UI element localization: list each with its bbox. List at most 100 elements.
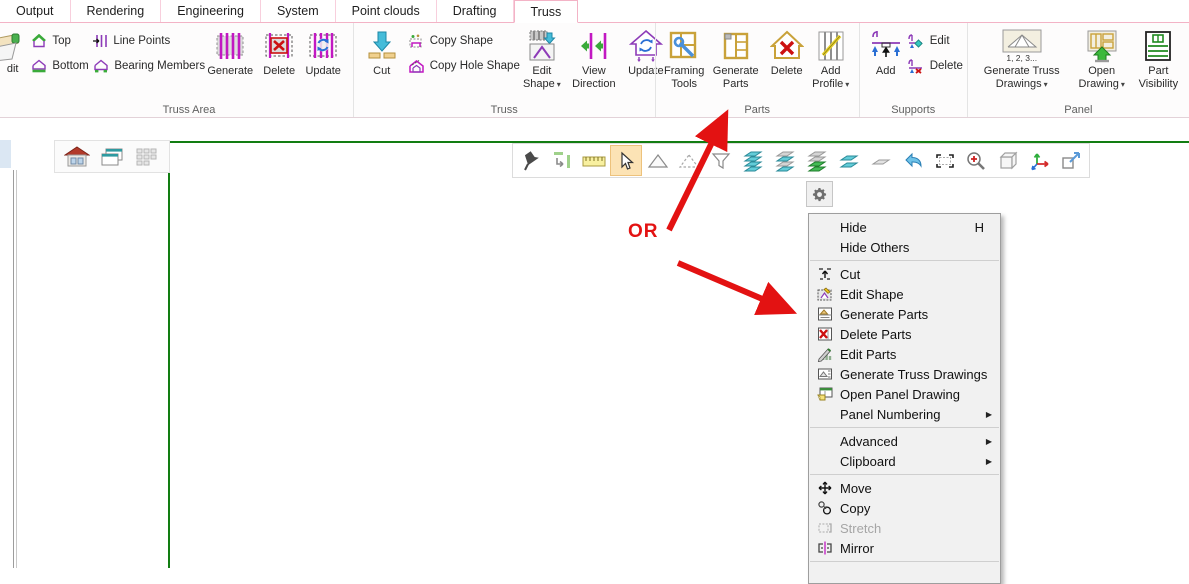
open-drawing-button[interactable]: Open Drawing — [1070, 26, 1134, 92]
ribbon: dit Top Bottom — [0, 23, 1189, 118]
copy-hole-shape-button[interactable]: Copy Hole Shape — [408, 57, 520, 75]
select-cursor-icon[interactable] — [610, 145, 642, 176]
menu-separator — [810, 474, 999, 475]
bearing-members-icon — [93, 59, 109, 73]
axes-icon[interactable] — [1024, 145, 1056, 176]
framing-tools-button[interactable]: Framing Tools — [662, 26, 707, 92]
menu-item-advanced[interactable]: Advanced — [809, 431, 1000, 451]
menu-item-hide-others[interactable]: Hide Others — [809, 237, 1000, 257]
ribbon-group-parts: Framing Tools Generate Parts Delete — [655, 23, 859, 117]
layers-stack-green-icon[interactable] — [801, 145, 833, 176]
menu-label: Open Panel Drawing — [836, 387, 994, 402]
pushpin-icon[interactable] — [514, 145, 546, 176]
update-label: Update — [305, 65, 340, 78]
left-panel-divider[interactable] — [13, 170, 17, 568]
drawing-area-border-left — [168, 141, 170, 568]
parts-delete-label: Delete — [771, 65, 803, 78]
part-visibility-button[interactable]: Part Visibility — [1134, 26, 1183, 92]
generate-parts-button[interactable]: Generate Parts — [707, 26, 765, 92]
context-menu: Hide H Hide Others Cut Edit Shape — [808, 213, 1001, 584]
supports-edit-button[interactable]: Edit — [908, 32, 963, 50]
add-profile-button[interactable]: Add Profile — [809, 26, 853, 92]
menu-item-clipboard[interactable]: Clipboard — [809, 451, 1000, 471]
menu-item-cut[interactable]: Cut — [809, 264, 1000, 284]
bearing-members-label: Bearing Members — [114, 60, 205, 72]
ruler-icon[interactable] — [578, 145, 610, 176]
cut-button[interactable]: Cut — [360, 26, 404, 79]
tab-drafting[interactable]: Drafting — [437, 0, 514, 22]
edit-shape-label-1: Edit Shape — [523, 65, 561, 91]
bearing-members-button[interactable]: Bearing Members — [93, 57, 203, 75]
drawings-icon-caption: 1, 2, 3... — [1006, 53, 1037, 63]
undo-icon[interactable] — [897, 145, 929, 176]
supports-delete-button[interactable]: Delete — [908, 57, 963, 75]
tab-output[interactable]: Output — [0, 0, 71, 22]
edit-shape-icon — [526, 27, 558, 65]
layers-stack-mixed-icon[interactable] — [769, 145, 801, 176]
copy-menu-icon — [814, 500, 836, 516]
menu-separator — [810, 561, 999, 562]
truss-area-update-button[interactable]: Update — [301, 26, 345, 79]
selection-frame-icon[interactable] — [929, 145, 961, 176]
supports-edit-icon — [908, 34, 925, 49]
top-label: Top — [52, 35, 71, 47]
menu-item-copy[interactable]: Copy — [809, 498, 1000, 518]
part-visibility-label: Part Visibility — [1138, 65, 1179, 91]
tab-system[interactable]: System — [261, 0, 336, 22]
supports-delete-label: Delete — [930, 60, 963, 72]
edit-pencil-icon — [0, 25, 25, 63]
export-view-icon[interactable] — [1056, 145, 1088, 176]
copy-shape-button[interactable]: Copy Shape — [408, 32, 520, 50]
tab-point-clouds[interactable]: Point clouds — [336, 0, 437, 22]
generate-truss-drawings-button[interactable]: 1, 2, 3... Generate Truss Drawings — [974, 26, 1070, 92]
open-drawing-label: Open Drawing — [1079, 65, 1119, 90]
supports-add-button[interactable]: Add — [866, 26, 906, 79]
blank-icon-slot — [814, 239, 836, 255]
edit-button-partial[interactable]: dit — [0, 23, 25, 117]
layers-stack-teal-icon[interactable] — [737, 145, 769, 176]
cascade-windows-button[interactable] — [99, 145, 125, 169]
bottom-button[interactable]: Bottom — [31, 57, 93, 75]
line-points-label: Line Points — [113, 35, 170, 47]
menu-item-edit-parts[interactable]: Edit Parts — [809, 344, 1000, 364]
menu-item-generate-truss-drawings[interactable]: Generate Truss Drawings — [809, 364, 1000, 384]
layer-flat-icon[interactable] — [865, 145, 897, 176]
cube-icon[interactable] — [992, 145, 1024, 176]
menu-item-stretch: Stretch — [809, 518, 1000, 538]
menu-item-generate-parts[interactable]: Generate Parts — [809, 304, 1000, 324]
filter-icon[interactable] — [705, 145, 737, 176]
zoom-in-icon[interactable] — [960, 145, 992, 176]
triangle-icon[interactable] — [642, 145, 674, 176]
add-profile-label-1: Add Profile — [812, 65, 849, 91]
menu-item-delete-parts[interactable]: Delete Parts — [809, 324, 1000, 344]
menu-item-open-panel-drawing[interactable]: Open Panel Drawing — [809, 384, 1000, 404]
parts-delete-button[interactable]: Delete — [765, 26, 809, 79]
view-direction-button[interactable]: View Direction — [564, 26, 624, 92]
part-visibility-icon — [1142, 27, 1174, 65]
group-label-supports: Supports — [860, 104, 967, 116]
grid-view-button[interactable] — [134, 145, 160, 169]
truss-area-delete-button[interactable]: Delete — [257, 26, 301, 79]
tab-rendering[interactable]: Rendering — [71, 0, 162, 22]
mirror-menu-icon — [814, 540, 836, 556]
triangle-dashed-icon[interactable] — [673, 145, 705, 176]
generate-truss-drawings-label: Generate Truss Drawings — [984, 65, 1060, 90]
drawing-canvas[interactable] — [0, 119, 1189, 568]
menu-item-hide[interactable]: Hide H — [809, 217, 1000, 237]
menu-item-edit-shape[interactable]: Edit Shape — [809, 284, 1000, 304]
layers-two-icon[interactable] — [833, 145, 865, 176]
menu-item-move[interactable]: Move — [809, 478, 1000, 498]
line-points-button[interactable]: Line Points — [93, 32, 203, 50]
gear-button[interactable] — [806, 181, 833, 207]
copy-shape-icon — [408, 34, 425, 49]
tab-engineering[interactable]: Engineering — [161, 0, 261, 22]
menu-item-panel-numbering[interactable]: Panel Numbering — [809, 404, 1000, 424]
top-button[interactable]: Top — [31, 32, 93, 50]
menu-item-mirror[interactable]: Mirror — [809, 538, 1000, 558]
tab-truss[interactable]: Truss — [514, 0, 579, 23]
home-view-button[interactable] — [64, 145, 90, 169]
reposition-icon[interactable] — [546, 145, 578, 176]
truss-area-generate-button[interactable]: Generate — [203, 26, 257, 79]
edit-shape-button[interactable]: Edit Shape — [520, 26, 564, 92]
menu-label: Panel Numbering — [836, 407, 986, 422]
